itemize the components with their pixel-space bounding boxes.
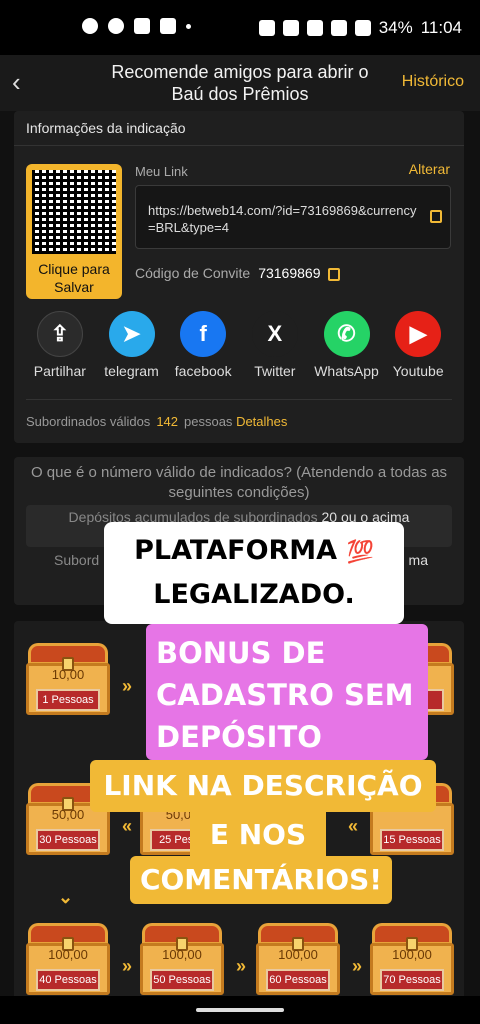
chevron-arrow-icon: « (122, 816, 133, 836)
signal-icon (354, 20, 371, 36)
back-button[interactable]: ‹ (12, 67, 36, 97)
rule-text: Subord (54, 552, 100, 568)
home-handle[interactable] (196, 1008, 284, 1012)
chevron-arrow-icon: » (236, 956, 247, 976)
chest-amount: 100,00 (48, 947, 88, 962)
referral-link-box[interactable]: https://betweb14.com/?id=73169869&curren… (135, 185, 451, 249)
chevron-arrow-icon: « (348, 816, 359, 836)
share-label: Youtube (392, 363, 444, 379)
reward-chest[interactable]: 100,00 60 Pessoas (256, 923, 340, 996)
referral-info-card: Informações da indicação Clique para Sal… (14, 111, 464, 443)
qr-caption: Clique para Salvar (38, 261, 110, 295)
divider (14, 145, 464, 146)
caption-line: LEGALIZADO. (153, 579, 355, 610)
valid-subordinates: Subordinados válidos 142 pessoas Detalhes (26, 414, 287, 429)
rules-question: O que é o número válido de indicados? (A… (30, 464, 448, 501)
share-label: Partilhar (33, 363, 86, 379)
referral-link: https://betweb14.com/?id=73169869&curren… (148, 203, 417, 235)
key-icon (282, 20, 299, 36)
chest-requirement: 30 Pessoas (36, 829, 100, 851)
invite-code-label: Código de Convite (135, 265, 251, 281)
copy-code-icon[interactable] (328, 267, 341, 281)
more-dot-icon (186, 23, 191, 29)
vibrate-icon (306, 20, 323, 36)
share-label: Twitter (254, 363, 296, 379)
chevron-arrow-icon: » (122, 676, 133, 696)
section-heading: Informações da indicação (26, 120, 186, 136)
app-notification-icon (134, 18, 150, 34)
chest-requirement: 15 Pessoas (380, 829, 444, 851)
gesture-bar (0, 996, 480, 1024)
link-label: Meu Link (135, 164, 188, 179)
share-partilhar-button[interactable]: ⇪ Partilhar (24, 311, 96, 379)
wifi-icon (330, 20, 347, 36)
app-notification-icon (160, 18, 176, 34)
share-telegram-button[interactable]: ➤ telegram (96, 311, 168, 379)
alarm-icon (258, 20, 275, 36)
invite-code-row: Código de Convite 73169869 (135, 265, 341, 281)
chevron-arrow-icon: » (352, 956, 363, 976)
youtube-icon: ▶ (395, 311, 442, 357)
caption-link: COMENTÁRIOS! (130, 856, 392, 904)
battery-level: 34% (378, 18, 413, 37)
valid-label: Subordinados válidos (26, 414, 151, 429)
system-icons: 34% 11:04 (258, 18, 462, 38)
chest-amount: 100,00 (392, 947, 432, 962)
reward-chest[interactable]: 10,00 1 Pessoas (26, 643, 110, 721)
reward-chest[interactable]: 100,00 40 Pessoas (26, 923, 110, 996)
status-bar: 34% 11:04 (0, 0, 480, 55)
whatsapp-icon: ✆ (323, 311, 370, 357)
share-icon: ⇪ (36, 311, 83, 357)
history-link[interactable]: Histórico (402, 73, 464, 91)
valid-count: 142 (156, 414, 179, 429)
invite-code: 73169869 (258, 265, 321, 281)
chest-requirement: 1 Pessoas (36, 689, 100, 711)
rule-value: ma (408, 552, 428, 568)
copy-link-icon[interactable] (430, 210, 442, 223)
divider (26, 399, 452, 400)
facebook-notification-icon (82, 18, 98, 34)
qr-save-button[interactable]: Clique para Salvar (26, 164, 122, 299)
chest-requirement: 70 Pessoas (380, 969, 444, 991)
chest-requirement: 50 Pessoas (150, 969, 214, 991)
caption-link: LINK NA DESCRIÇÃO (90, 760, 436, 812)
x-icon: X (251, 311, 298, 357)
chest-amount: 100,00 (162, 947, 202, 962)
chest-amount: 100,00 (278, 947, 318, 962)
telegram-icon: ➤ (108, 311, 155, 357)
share-label: WhatsApp (314, 363, 379, 379)
hundred-emoji-icon: 💯 (346, 540, 374, 565)
chest-requirement: 40 Pessoas (36, 969, 100, 991)
top-bar: ‹ Recomende amigos para abrir o Baú dos … (0, 55, 480, 111)
caption-bonus: BONUS DE CADASTRO SEM DEPÓSITO (146, 624, 428, 760)
chevron-arrow-icon: » (122, 956, 133, 976)
chest-requirement: 60 Pessoas (266, 969, 330, 991)
share-youtube-button[interactable]: ▶ Youtube (382, 311, 454, 379)
notification-icons (82, 18, 191, 34)
facebook-icon: f (180, 311, 227, 357)
chevron-arrow-icon: ⌄ (58, 887, 74, 907)
share-whatsapp-button[interactable]: ✆ WhatsApp (311, 311, 383, 379)
share-row: ⇪ Partilhar ➤ telegram f facebook X Twitter ✆ Wha… (24, 311, 454, 379)
clock: 11:04 (420, 18, 462, 37)
chest-amount: 10,00 (51, 667, 85, 682)
caption-platform: PLATAFORMA 💯 LEGALIZADO. (104, 522, 404, 624)
reward-chest[interactable]: 100,00 50 Pessoas (140, 923, 224, 996)
change-link-button[interactable]: Alterar (409, 161, 450, 177)
share-label: facebook (174, 363, 232, 379)
qr-code (32, 170, 116, 254)
facebook-notification-icon (108, 18, 124, 34)
page-title: Recomende amigos para abrir o Baú dos Pr… (111, 62, 369, 104)
reward-chest[interactable]: 100,00 70 Pessoas (370, 923, 454, 996)
share-facebook-button[interactable]: f facebook (167, 311, 239, 379)
details-link[interactable]: Detalhes (236, 414, 287, 429)
share-twitter-button[interactable]: X Twitter (239, 311, 311, 379)
caption-link: E NOS (190, 812, 326, 858)
caption-line: PLATAFORMA (134, 535, 338, 566)
share-label: telegram (104, 363, 159, 379)
valid-unit: pessoas (184, 414, 233, 429)
